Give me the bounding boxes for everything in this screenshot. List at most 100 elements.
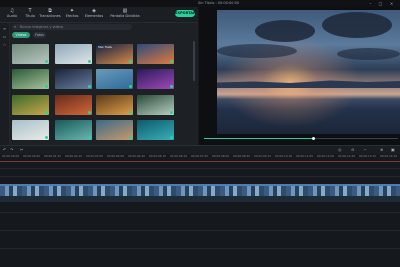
tool-efectos[interactable]: ✦ Efectos [61,8,83,21]
download-icon[interactable] [129,85,132,88]
media-thumbnail[interactable] [55,69,92,89]
ruler-tick-label: 00:00:13:15 [359,154,377,158]
playback-progress[interactable] [204,137,398,140]
ruler-tick-label: 00:00:04:20 [128,154,146,158]
media-thumbnail[interactable] [137,69,174,89]
ruler-tick-label: 00:00:12:20 [338,154,356,158]
tool-pantalla-dividida[interactable]: ▥ Pantalla Dividida [110,8,140,21]
ruler-tick-label: 00:00:07:05 [191,154,209,158]
thumbnail-caption: Star Trails [98,45,112,49]
clip-header [0,184,400,186]
close-icon[interactable]: × [389,1,394,6]
split-icon[interactable]: ✂ [20,147,23,153]
cloud-shape [217,44,297,58]
search-input[interactable]: ⌕ Buscar imágenes y videos [12,24,132,30]
download-icon[interactable] [170,111,173,114]
chip-videos[interactable]: Videos [12,32,30,38]
track-divider [0,230,400,231]
tool-label: Efectos [65,14,79,18]
tool-label: Transiciones [39,14,61,18]
ruler-tick-label: 00:00:05:15 [149,154,167,158]
star-icon[interactable]: ☆ [2,42,7,47]
download-icon[interactable] [129,136,132,139]
ruler-tick-label: 00:00:03:05 [86,154,104,158]
media-library-panel: ⌕ Buscar imágenes y videos Videos Fotos … [10,23,198,145]
ruler-tick-label: 00:00:01:15 [44,154,62,158]
window-title: Sin Título : 00:00:00:00 [198,1,240,5]
undo-icon[interactable]: ↶ [3,147,6,153]
ruler-tick-label: 00:00:02:10 [65,154,83,158]
tool-label: Título [25,14,35,18]
media-thumbnail[interactable] [12,69,49,89]
cloud-shape [255,20,315,42]
menu-bar: Archivo Editar Herramientas Ver Exportar… [0,0,400,16]
zoom-in-icon[interactable]: ⊕ [380,147,383,153]
progress-handle[interactable] [311,137,315,140]
timeline-ruler[interactable]: 00:00:00:00 00:00:00:20 00:00:01:15 00:00:0… [0,154,400,164]
cloud-shape [322,12,392,38]
download-icon[interactable] [88,111,91,114]
media-scrollbar[interactable] [193,41,195,81]
ruler-tick-label: 00:00:08:00 [212,154,230,158]
fit-icon[interactable]: ▣ [391,147,395,153]
ruler-tick-label: 00:00:11:05 [296,154,314,158]
export-button[interactable]: EXPORTAR [175,10,196,17]
maximize-icon[interactable]: □ [378,1,383,6]
media-thumbnail[interactable] [96,120,133,140]
ruler-tick-label: 00:00:10:10 [275,154,293,158]
minimize-icon[interactable]: – [368,1,373,6]
ruler-tick-label: 00:00:08:20 [233,154,251,158]
zoom-out-icon[interactable]: ⊖ [351,147,354,153]
ruler-tick-label: 00:00:09:15 [254,154,272,158]
media-toolbar: ♫ Audio T Título ⧉ Transiciones ✦ Efecto… [0,7,198,23]
track-divider [0,168,400,169]
chip-fotos[interactable]: Fotos [33,32,46,38]
media-thumbnail[interactable] [55,95,92,115]
marker-icon[interactable]: ◎ [338,147,342,153]
tool-label: Elementos [84,14,104,18]
download-icon[interactable] [170,136,173,139]
tool-elementos[interactable]: ◈ Elementos [83,8,105,21]
media-thumbnail[interactable] [12,120,49,140]
media-sidebar: ≡ ▭ ☆ [0,23,10,145]
collapse-icon[interactable]: ≡ [2,26,7,31]
progress-fill [204,138,313,139]
download-icon[interactable] [45,85,48,88]
media-thumbnail[interactable] [137,120,174,140]
download-icon[interactable] [45,111,48,114]
media-thumbnail[interactable] [137,95,174,115]
ruler-tick-label: 00:00:06:10 [170,154,188,158]
download-icon[interactable] [45,60,48,63]
media-thumbnail[interactable] [96,69,133,89]
ruler-tick-label: 00:00:12:00 [317,154,335,158]
download-icon[interactable] [170,85,173,88]
video-preview [217,10,400,134]
media-thumbnail[interactable] [137,44,174,64]
tool-titulo[interactable]: T Título [19,8,41,21]
cloud-shape [337,48,400,60]
audio-track[interactable] [0,196,400,202]
media-thumbnail[interactable] [96,95,133,115]
media-thumbnail[interactable] [12,44,49,64]
tool-label: Pantalla Dividida [110,14,140,18]
download-icon[interactable] [88,60,91,63]
search-icon: ⌕ [14,24,17,29]
preview-panel: ○ ⏮ ■ ▶ ■ Completo [195,7,400,150]
track-divider [0,248,400,249]
download-icon[interactable] [88,136,91,139]
folder-icon[interactable]: ▭ [2,34,7,39]
download-icon[interactable] [45,136,48,139]
download-icon[interactable] [170,60,173,63]
zoom-slider-icon[interactable]: ─ [364,147,366,153]
media-thumbnail[interactable] [12,95,49,115]
redo-icon[interactable]: ↷ [10,147,13,153]
media-thumbnail[interactable]: Star Trails [96,44,133,64]
download-icon[interactable] [129,60,132,63]
media-thumbnail[interactable] [55,120,92,140]
download-icon[interactable] [88,85,91,88]
download-icon[interactable] [129,111,132,114]
media-thumbnail[interactable] [55,44,92,64]
mountain-silhouette [217,80,400,88]
tool-transiciones[interactable]: ⧉ Transiciones [39,8,61,21]
playhead-line[interactable] [0,161,400,162]
